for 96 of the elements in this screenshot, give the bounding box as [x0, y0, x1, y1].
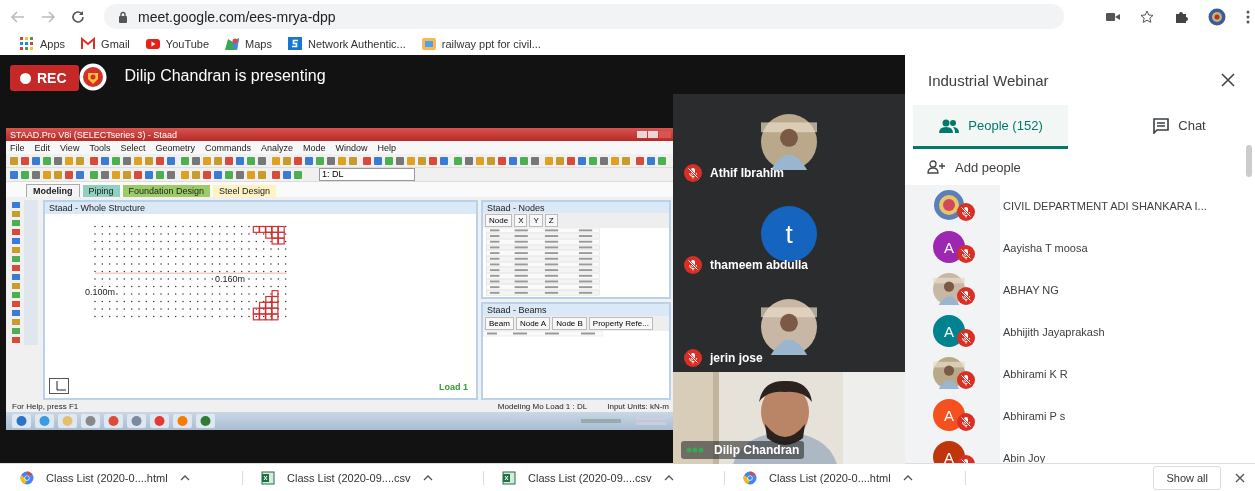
menu-item[interactable]: Tools: [89, 142, 111, 153]
add-people-button[interactable]: Add people: [905, 149, 1255, 185]
menu-item[interactable]: Select: [120, 142, 146, 153]
participant-name[interactable]: CIVIL DEPARTMENT ADI SHANKARA I...: [1003, 200, 1207, 212]
apps-grid-icon: [20, 37, 34, 51]
caret-icon: [179, 475, 190, 481]
address-bar[interactable]: meet.google.com/ees-mrya-dpp: [104, 4, 1064, 29]
close-icon[interactable]: [1221, 73, 1235, 87]
menu-item[interactable]: Window: [335, 142, 368, 153]
download-item[interactable]: Class List (2020-0....html: [743, 471, 966, 485]
menu-item[interactable]: Help: [377, 142, 397, 153]
bookmark[interactable]: YouTube: [145, 37, 210, 51]
bookmark[interactable]: Gmail: [81, 37, 130, 51]
camera-icon[interactable]: [1106, 11, 1120, 22]
globe-icon: [20, 471, 34, 485]
column-header: X: [514, 214, 528, 228]
panel-tab[interactable]: People (152): [913, 105, 1068, 149]
add-person-icon: [927, 160, 947, 174]
status-text: Input Units: kN-m: [607, 401, 669, 411]
caret-icon: [422, 475, 433, 481]
spreadsheet-icon: [261, 471, 275, 485]
column-header: Property Refe...: [588, 316, 653, 330]
avatar: A: [933, 399, 965, 431]
dimension-label: 0.160m: [215, 274, 246, 284]
reload-icon[interactable]: [70, 8, 86, 25]
window-title: Staad - Beams: [487, 304, 547, 315]
crest-icon: [78, 63, 107, 91]
workflow-tab[interactable]: Piping: [82, 185, 120, 197]
download-item[interactable]: Class List (2020-09....csv: [502, 471, 725, 485]
download-item[interactable]: Class List (2020-09....csv: [261, 471, 484, 485]
menu-item[interactable]: Mode: [303, 142, 326, 153]
avatar: A: [933, 441, 965, 463]
menu-item[interactable]: Edit: [34, 142, 51, 153]
participant-name[interactable]: Abhijith Jayaprakash: [1003, 326, 1105, 338]
column-header: Beam: [485, 316, 514, 330]
presenting-text: Dilip Chandran is presenting: [124, 67, 326, 85]
column-header: Node: [485, 214, 513, 228]
workflow-tab[interactable]: Modeling: [26, 184, 80, 197]
play-icon: [145, 37, 160, 51]
workflow-tab[interactable]: Steel Design: [213, 185, 277, 197]
status-text: For Help, press F1: [12, 401, 79, 411]
load-label: Load 1: [439, 382, 468, 392]
bookmark[interactable]: railway ppt for civil...: [421, 37, 541, 51]
window-title: Staad - Whole Structure: [49, 203, 146, 213]
recording-badge: REC: [10, 65, 79, 91]
map-icon: [225, 37, 240, 51]
dimension-label: 0.100m: [85, 287, 116, 297]
avatar: A: [933, 231, 965, 263]
menu-item[interactable]: View: [60, 142, 80, 153]
chat-icon: [1152, 117, 1171, 134]
people-icon: [938, 118, 961, 133]
menu-item[interactable]: File: [10, 142, 25, 153]
participant-name[interactable]: Abhirami K R: [1003, 368, 1068, 380]
column-header: Z: [544, 214, 558, 228]
menu-item[interactable]: Commands: [204, 142, 251, 153]
profile-icon[interactable]: [1208, 7, 1226, 26]
bookmark[interactable]: Network Authentic...: [287, 37, 406, 51]
download-item[interactable]: Class List (2020-0....html: [20, 471, 243, 485]
window-controls-icon: [637, 131, 671, 138]
column-header: Node A: [515, 316, 551, 330]
puzzle-icon[interactable]: [1174, 9, 1188, 24]
star-icon[interactable]: [1140, 9, 1154, 24]
letter-icon: [287, 37, 302, 51]
spreadsheet-icon: [502, 471, 516, 485]
close-icon[interactable]: [1235, 473, 1245, 483]
workflow-tab[interactable]: Foundation Design: [122, 185, 211, 197]
side-toolbar-drawing[interactable]: [10, 200, 40, 345]
caret-icon: [663, 475, 674, 481]
avatar: A: [933, 315, 965, 347]
bookmark[interactable]: Maps: [225, 37, 272, 51]
window-title: Staad - Nodes: [487, 202, 545, 213]
column-header: Y: [529, 214, 543, 228]
caret-icon: [902, 475, 913, 481]
panel-tab[interactable]: Chat: [1103, 105, 1255, 149]
app-title: STAAD.Pro V8i (SELECTseries 3) - Staad: [10, 129, 177, 140]
participant-name: Athif Ibrahim: [710, 165, 784, 180]
slides-icon: [421, 37, 436, 51]
show-all-button[interactable]: Show all: [1153, 466, 1221, 490]
column-header: Node B: [552, 316, 587, 330]
menu-icon[interactable]: [1246, 9, 1250, 24]
status-text: Modeling Mo Load 1 : DL: [497, 401, 588, 411]
panel-title: Industrial Webinar: [928, 71, 1049, 89]
participant-name[interactable]: ABHAY NG: [1003, 284, 1059, 296]
load-dropdown[interactable]: 1: DL: [319, 168, 415, 181]
globe-icon: [743, 471, 757, 485]
scrollbar[interactable]: [1246, 145, 1252, 177]
participant-name[interactable]: Aayisha T moosa: [1003, 242, 1088, 254]
bookmark[interactable]: Apps: [20, 37, 66, 51]
participant-name: Dilip Chandran: [714, 443, 800, 457]
envelope-icon: [81, 37, 96, 51]
menu-item[interactable]: Analyze: [260, 142, 293, 153]
menu-item[interactable]: Geometry: [155, 142, 195, 153]
lock-icon: [118, 10, 128, 23]
participant-name[interactable]: Abhirami P s: [1003, 410, 1066, 422]
axis-icon: [49, 378, 69, 394]
participant-name: jerin jose: [710, 351, 763, 365]
